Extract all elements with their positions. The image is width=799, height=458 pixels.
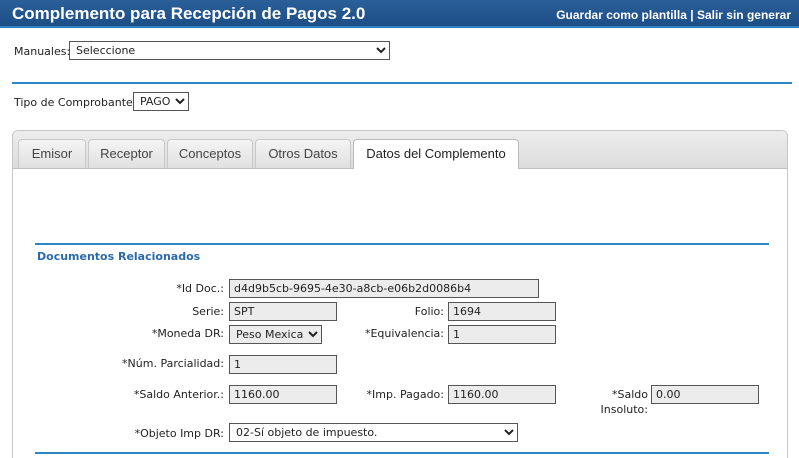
serie-field[interactable]: SPT [229, 302, 337, 321]
equivalencia-field[interactable]: 1 [448, 325, 556, 344]
imp-pagado-label: *Imp. Pagado: [366, 388, 444, 401]
moneda-select[interactable]: Peso Mexicano [229, 325, 322, 344]
moneda-label: *Moneda DR: [151, 327, 224, 340]
saldo-insoluto-label-line2: Insoluto: [600, 403, 648, 416]
saldo-insoluto-field[interactable]: 0.00 [651, 385, 759, 404]
serie-label: Serie: [192, 305, 224, 318]
section-title: Documentos Relacionados [37, 250, 201, 263]
imp-pagado-field[interactable]: 1160.00 [448, 385, 556, 404]
manuales-label: Manuales: [14, 45, 71, 58]
objeto-imp-select[interactable]: 02-Sí objeto de impuesto. [229, 423, 518, 442]
app-header: Complemento para Recepción de Pagos 2.0 … [0, 0, 799, 28]
tab-receptor[interactable]: Receptor [88, 139, 165, 168]
tab-otros-datos[interactable]: Otros Datos [255, 139, 351, 168]
exit-without-generating-link[interactable]: Salir sin generar [697, 8, 791, 22]
tab-emisor[interactable]: Emisor [18, 139, 86, 168]
section-divider-top [35, 243, 769, 245]
folio-field[interactable]: 1694 [448, 302, 556, 321]
saldo-anterior-label: *Saldo Anterior.: [133, 388, 224, 401]
num-parcialidad-field[interactable]: 1 [229, 355, 337, 374]
folio-label: Folio: [414, 305, 444, 318]
header-separator: | [690, 8, 694, 22]
divider [12, 82, 792, 84]
saldo-anterior-field[interactable]: 1160.00 [229, 385, 337, 404]
save-template-link[interactable]: Guardar como plantilla [556, 8, 687, 22]
id-doc-field[interactable]: d4d9b5cb-9695-4e30-a8cb-e06b2d0086b4 [229, 279, 539, 298]
id-doc-label: *Id Doc.: [176, 282, 224, 295]
page-title: Complemento para Recepción de Pagos 2.0 [12, 4, 366, 23]
tab-strip: Emisor Receptor Conceptos Otros Datos Da… [13, 131, 787, 169]
objeto-imp-label: *Objeto Imp DR: [134, 427, 224, 440]
section-divider-bottom [35, 452, 769, 454]
tipo-comprobante-label: Tipo de Comprobante: [14, 96, 137, 109]
saldo-insoluto-label-line1: *Saldo [612, 388, 648, 401]
header-links: Guardar como plantilla | Salir sin gener… [556, 8, 791, 22]
tab-datos-del-complemento[interactable]: Datos del Complemento [353, 139, 519, 169]
tipo-comprobante-select[interactable]: PAGO [133, 92, 189, 111]
equivalencia-label: *Equivalencia: [364, 327, 444, 340]
tab-conceptos[interactable]: Conceptos [167, 139, 253, 168]
num-parcialidad-label: *Núm. Parcialidad: [122, 357, 224, 370]
manuales-select[interactable]: Seleccione [69, 41, 390, 60]
